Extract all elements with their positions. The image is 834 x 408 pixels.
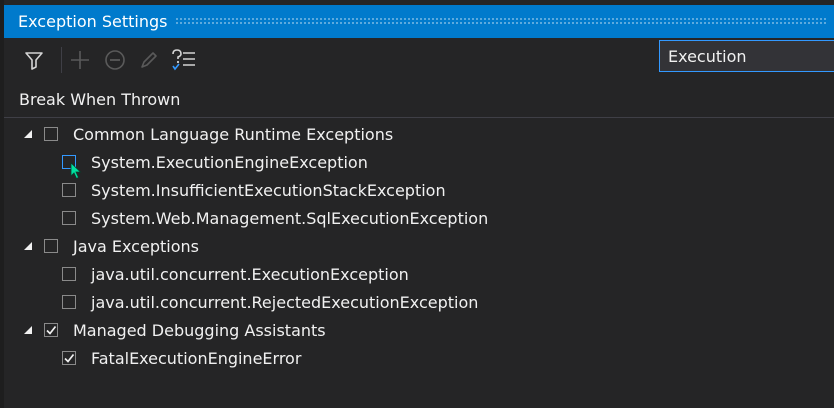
item-checkbox[interactable] [62,295,76,309]
header-divider [4,117,834,118]
item-label: System.Web.Management.SqlExecutionExcept… [91,208,489,228]
expanded-triangle-icon[interactable] [20,126,36,142]
remove-icon[interactable] [103,48,127,72]
search-box[interactable] [659,40,834,72]
item-label: java.util.concurrent.ExecutionException [91,264,409,284]
tree-group-row[interactable]: Managed Debugging Assistants [20,316,326,344]
tree-group-row[interactable]: Common Language Runtime Exceptions [20,120,393,148]
tree-item-row[interactable]: FatalExecutionEngineError [62,344,301,372]
tree-group-row[interactable]: Java Exceptions [20,232,199,260]
group-label: Common Language Runtime Exceptions [73,124,394,144]
item-label: System.InsufficientExecutionStackExcepti… [91,180,446,200]
item-checkbox[interactable] [62,211,76,225]
expanded-triangle-icon[interactable] [20,238,36,254]
edit-conditions-icon[interactable] [137,48,161,72]
toolbar-separator [61,47,62,73]
window-title: Exception Settings [18,12,168,31]
item-label: java.util.concurrent.RejectedExecutionEx… [91,292,479,312]
item-label: System.ExecutionEngineException [91,152,368,172]
item-label: FatalExecutionEngineError [91,348,302,368]
titlebar-grip[interactable] [175,17,828,26]
mouse-cursor-icon [70,162,82,180]
group-label: Managed Debugging Assistants [73,320,326,340]
item-checkbox[interactable] [62,351,76,365]
expanded-triangle-icon[interactable] [20,322,36,338]
group-checkbox[interactable] [44,239,58,253]
restore-defaults-icon[interactable] [170,48,195,72]
add-icon[interactable] [68,48,92,72]
group-label: Java Exceptions [73,236,199,256]
item-checkbox[interactable] [62,267,76,281]
tree-item-row[interactable]: java.util.concurrent.ExecutionException [62,260,409,288]
checkmark-icon [46,325,57,335]
search-input[interactable] [660,41,834,71]
tool-window-titlebar[interactable]: Exception Settings [4,5,834,38]
checkmark-icon [64,353,75,363]
group-checkbox[interactable] [44,323,58,337]
tree-item-row[interactable]: java.util.concurrent.RejectedExecutionEx… [62,288,478,316]
tree-item-row[interactable]: System.InsufficientExecutionStackExcepti… [62,176,446,204]
tree-item-row[interactable]: System.Web.Management.SqlExecutionExcept… [62,204,488,232]
item-checkbox[interactable] [62,183,76,197]
column-header-break-when-thrown[interactable]: Break When Thrown [19,90,180,109]
filter-icon[interactable] [22,48,46,72]
tree-item-row[interactable]: System.ExecutionEngineException [62,148,368,176]
group-checkbox[interactable] [44,127,58,141]
